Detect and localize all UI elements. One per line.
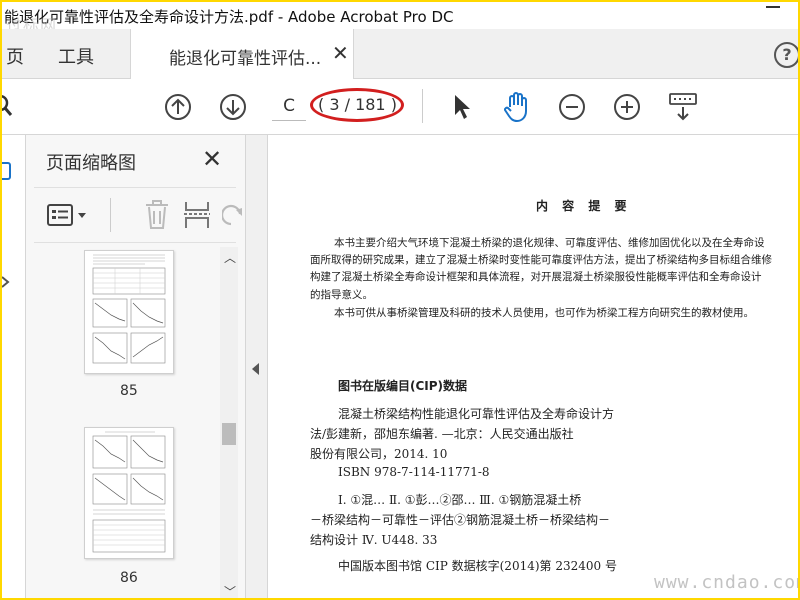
rotate-page-icon[interactable] [222,200,242,230]
search-icon[interactable] [2,93,18,119]
window-title: 能退化可靠性评估及全寿命设计方法.pdf - Adobe Acrobat Pro… [4,8,454,26]
panel-toolbar-divider [110,198,111,232]
panel-toolbar [34,187,242,243]
cip-line: －桥梁结构－可靠性－评估②钢筋混凝土桥－桥梁结构－ [310,513,611,527]
navigation-pane-strip [2,135,26,598]
cip-line: 结构设计 Ⅳ. U448. 33 [310,533,438,547]
summary-line: 的指导意义。 [310,289,373,301]
page-up-icon[interactable] [164,93,192,121]
site-watermark: www.cndao.com [654,572,798,593]
collapse-panel-icon[interactable] [252,363,259,375]
summary-line: 构建了混凝土桥梁全寿命设计框架和具体流程，对开展混凝土桥梁服役性能概率评估和全寿… [310,271,762,283]
document-page: 内 容 提 要 本书主要介绍大气环境下混凝土桥梁的退化规律、可靠度评估、维修加固… [268,135,798,598]
panel-splitter[interactable] [246,135,268,598]
keyboard-scroll-icon[interactable] [668,92,698,122]
cip-title: 图书在版编目(CIP)数据 [338,379,468,393]
close-icon[interactable]: ✕ [332,41,349,65]
page-thumbnail-86[interactable] [84,427,174,559]
panel-close-icon[interactable]: ✕ [202,145,222,173]
summary-line: 本书主要介绍大气环境下混凝土桥梁的退化规律、可靠度评估、维修加固优化以及在全寿命… [334,237,765,249]
zoom-in-icon[interactable] [613,93,641,121]
toolbar: C ( 3 / 181 ) [2,79,798,135]
summary-line: 面所取得的研究成果，建立了混凝土桥梁时变性能可靠度评估方法，提出了桥梁结构多目标… [310,254,772,266]
help-icon[interactable]: ? [774,42,798,68]
title-bar: 能退化可靠性评估及全寿命设计方法.pdf - Adobe Acrobat Pro… [2,2,798,35]
page-thumbnails-nav-icon[interactable] [2,161,12,181]
acrobat-window: 能退化可靠性评估及全寿命设计方法.pdf - Adobe Acrobat Pro… [2,2,798,598]
tab-document-label: 能退化可靠性评估... [169,49,322,69]
scrollbar-thumb[interactable] [222,423,236,445]
panel-title: 页面缩略图 [46,153,136,174]
scroll-down-icon[interactable]: ﹀ [224,583,236,598]
thumbnail-preview [92,254,166,364]
summary-heading: 内 容 提 要 [536,199,632,213]
cip-line: 股份有限公司，2014. 10 [310,447,448,461]
tab-bar: 页 工具 能退化可靠性评估... ✕ ? [2,29,798,79]
cip-line: ISBN 978-7-114-11771-8 [338,465,490,479]
scroll-up-icon[interactable]: ︿ [224,249,236,266]
thumbnail-preview [92,431,166,553]
minimize-button[interactable] [766,6,780,8]
page-number-input[interactable]: C [272,91,306,121]
toolbar-divider [422,89,423,123]
thumbnail-scrollbar[interactable]: ︿ ﹀ [220,247,238,598]
cip-line: 中国版本图书馆 CIP 数据核字(2014)第 232400 号 [338,559,617,573]
cip-line: Ⅰ. ①混… Ⅱ. ①彭…②邵… Ⅲ. ①钢筋混凝土桥 [338,493,582,507]
tab-tools[interactable]: 工具 [58,43,94,69]
thumbnail-label-85: 85 [120,383,138,399]
thumbnail-options-icon[interactable] [46,202,90,228]
page-down-icon[interactable] [219,93,247,121]
hand-tool-icon[interactable] [502,91,532,123]
tab-home[interactable]: 页 [6,43,24,69]
tab-document[interactable]: 能退化可靠性评估... ✕ [130,29,354,79]
bookmarks-nav-icon[interactable] [2,275,12,289]
summary-line: 本书可供从事桥梁管理及科研的技术人员使用，也可作为桥梁工程方向研究生的教材使用。 [334,307,754,319]
page-thumbnails-panel: 页面缩略图 ✕ 85 86 ︿ ﹀ [26,135,246,598]
thumbnail-label-86: 86 [120,570,138,586]
select-cursor-icon[interactable] [452,93,472,121]
split-page-icon[interactable] [184,200,210,230]
delete-page-icon[interactable] [144,200,170,230]
cip-line: 法/彭建新，邵旭东编著. —北京：人民交通出版社 [310,427,574,441]
zoom-out-icon[interactable] [558,93,586,121]
red-annotation-circle [310,88,404,122]
cip-line: 混凝土桥梁结构性能退化可靠性评估及全寿命设计方 [338,407,615,421]
page-thumbnail-85[interactable] [84,250,174,374]
